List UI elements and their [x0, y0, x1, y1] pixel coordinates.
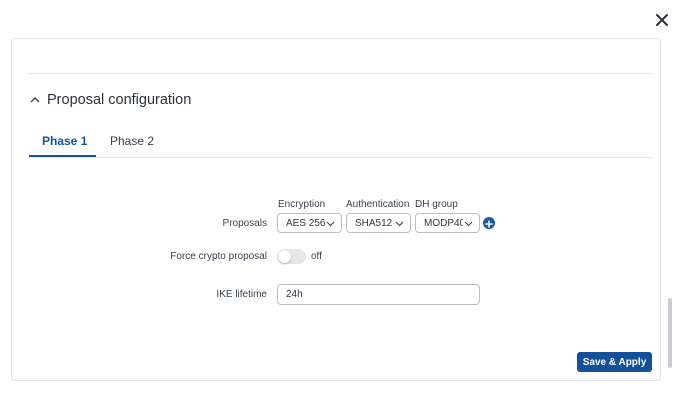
- chevron-down-icon: [464, 221, 473, 227]
- toggle-knob: [278, 250, 291, 263]
- active-tab-indicator: [29, 155, 96, 157]
- ike-lifetime-input[interactable]: 24h: [277, 284, 480, 305]
- divider: [27, 73, 652, 74]
- chevron-down-icon: [326, 221, 335, 227]
- proposals-label: Proposals: [222, 218, 267, 229]
- encryption-select[interactable]: AES 256: [277, 213, 342, 233]
- dh-group-select[interactable]: MODP40...: [415, 213, 480, 233]
- toggle-state-text: off: [311, 251, 322, 262]
- add-proposal-button[interactable]: [483, 217, 495, 229]
- close-icon[interactable]: [652, 10, 672, 30]
- chevron-down-icon: [395, 221, 404, 227]
- section-header[interactable]: Proposal configuration: [29, 92, 191, 108]
- authentication-header: Authentication: [346, 199, 410, 210]
- dh-group-header: DH group: [415, 199, 458, 210]
- chevron-up-icon[interactable]: [29, 94, 41, 106]
- encryption-header: Encryption: [278, 199, 326, 210]
- tab-phase-2[interactable]: Phase 2: [110, 134, 154, 156]
- section-title: Proposal configuration: [47, 92, 192, 108]
- force-crypto-label: Force crypto proposal: [170, 251, 267, 262]
- tab-bar: Phase 1 Phase 2: [29, 129, 652, 158]
- encryption-value: AES 256: [286, 217, 326, 229]
- plus-icon: [485, 220, 493, 228]
- ike-lifetime-value: 24h: [286, 289, 303, 300]
- force-crypto-toggle[interactable]: [277, 249, 306, 264]
- authentication-value: SHA512: [355, 217, 393, 229]
- modal-panel: Proposal configuration Phase 1 Phase 2: [11, 38, 661, 381]
- ike-lifetime-label: IKE lifetime: [216, 289, 267, 300]
- save-apply-button[interactable]: Save & Apply: [577, 352, 652, 372]
- dh-group-value: MODP40...: [424, 217, 463, 229]
- authentication-select[interactable]: SHA512: [346, 213, 411, 233]
- tab-phase-1[interactable]: Phase 1: [42, 134, 87, 156]
- scrollbar[interactable]: [668, 298, 672, 368]
